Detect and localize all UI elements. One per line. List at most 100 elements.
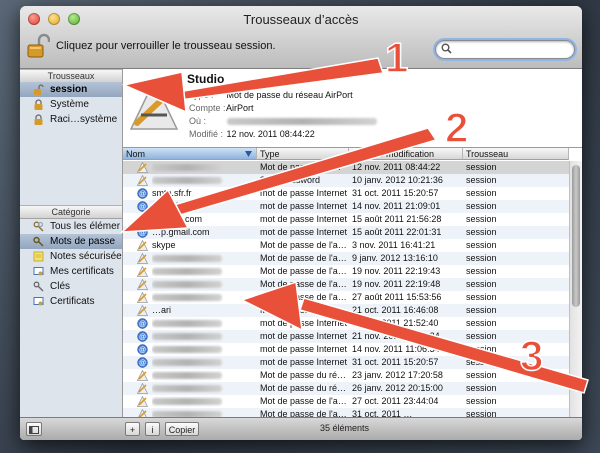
sidebar-item-passwords[interactable]: Mots de passe xyxy=(20,234,122,249)
row-date: 3 nov. 2011 16:41:21 xyxy=(352,240,436,250)
row-name xyxy=(152,161,255,174)
table-row[interactable]: @ smtp.sfr.fr mot de passe Internet 31 oct.… xyxy=(123,187,569,200)
sidebar-item-systeme[interactable]: Système xyxy=(20,97,122,112)
row-date: 31 oct. 2011 15:20:57 xyxy=(352,188,439,198)
column-header-date[interactable]: Date de modification xyxy=(349,148,463,160)
row-type: Mot de passe de l'a… xyxy=(260,396,347,406)
scroll-thumb[interactable] xyxy=(572,165,580,307)
sidebar-item-racines[interactable]: Raci…système xyxy=(20,112,122,127)
table-row[interactable]: @ mot de passe Internet 14 nov. 2011 11:06… xyxy=(123,343,569,356)
row-name xyxy=(152,278,255,291)
row-keychain: session xyxy=(466,409,497,417)
app-icon xyxy=(137,383,148,394)
search-icon xyxy=(441,43,452,54)
table-row[interactable]: Mot de passe de l'a… 9 janv. 2012 13:16:1… xyxy=(123,252,569,265)
sidebar-item-label: Certificats xyxy=(50,296,95,307)
row-date: 23 janv. 2012 17:20:58 xyxy=(352,370,443,380)
app-icon xyxy=(137,292,148,303)
row-keychain: session xyxy=(466,201,497,211)
toggle-sidebar-button[interactable] xyxy=(26,422,42,436)
table-row[interactable]: @ mot de passe Internet 31 oct. 2011 15:20… xyxy=(123,356,569,369)
column-header-type[interactable]: Type xyxy=(257,148,349,160)
row-type: Mot de passe du ré… xyxy=(260,370,347,380)
lock-icon xyxy=(34,99,43,110)
row-name: …gmail.com xyxy=(152,213,255,226)
table-row[interactable]: Mot de passe du r… 12 nov. 2011 08:44:22 s… xyxy=(123,161,569,174)
row-name-text: …p.gmail.com xyxy=(152,227,210,237)
redacted-value xyxy=(152,281,222,289)
item-where-row: Où : xyxy=(189,116,377,126)
sidebar-item-session[interactable]: session xyxy=(20,82,122,97)
search-field[interactable] xyxy=(435,40,575,59)
sidebar-item-certificates[interactable]: Certificats xyxy=(20,294,122,309)
search-input[interactable] xyxy=(456,42,570,57)
table-row[interactable]: @ …p.gmail.com mot de passe Internet 15 aoû… xyxy=(123,226,569,239)
table-row[interactable]: Mot de passe de l'a… 27 août 2011 15:53:5… xyxy=(123,291,569,304)
row-date: 27 oct. 2011 23:44:04 xyxy=(352,396,439,406)
table-row[interactable]: Mot de passe de l'a… 31 oct. 2011 … sessio… xyxy=(123,408,569,417)
app-item-icon xyxy=(129,79,179,130)
globe-icon: @ xyxy=(137,201,148,212)
row-date: 19 nov. 2011 22:19:48 xyxy=(352,279,441,289)
row-keychain: session xyxy=(466,344,497,354)
info-button[interactable]: i xyxy=(145,422,160,436)
row-name xyxy=(152,382,255,395)
item-modified-label: Modifié : xyxy=(189,129,224,139)
redacted-value xyxy=(152,359,222,367)
row-date: 14 nov. 2011 21:09:01 xyxy=(352,201,441,211)
sidebar-item-secure-notes[interactable]: Notes sécurisée xyxy=(20,249,122,264)
column-header-keychain[interactable]: Trousseau xyxy=(463,148,569,160)
lock-keychain-button[interactable] xyxy=(26,33,51,59)
item-modified-value: 12 nov. 2011 08:44:22 xyxy=(226,129,315,139)
row-type: Mot de passe de l'a… xyxy=(260,279,347,289)
row-keychain: session xyxy=(466,214,497,224)
table-row[interactable]: @ mot de passe Internet 21 nov. 2011 11:35… xyxy=(123,330,569,343)
app-icon xyxy=(137,305,148,316)
table-row[interactable]: Mot de passe du ré… 23 janv. 2012 17:20:5… xyxy=(123,369,569,382)
row-date: 14 nov. 2011 11:06:34 xyxy=(352,344,440,354)
app-icon xyxy=(137,279,148,290)
globe-icon: @ xyxy=(137,331,148,342)
open-lock-icon xyxy=(34,84,44,95)
row-keychain: session xyxy=(466,370,497,380)
svg-text:@: @ xyxy=(139,321,146,328)
item-name: Studio xyxy=(187,72,225,86)
table-row[interactable]: Mot de passe de l'a… 19 nov. 2011 22:19:4… xyxy=(123,278,569,291)
app-icon xyxy=(137,162,148,173)
sidebar-item-all-items[interactable]: Tous les élémer xyxy=(20,219,122,234)
table-row[interactable]: Mot de passe de l'a… 27 oct. 2011 23:44:0… xyxy=(123,395,569,408)
category-header: Catégorie xyxy=(20,205,122,219)
table-row[interactable]: Mot de passe du ré… 26 janv. 2012 20:15:0… xyxy=(123,382,569,395)
row-name: …ari xyxy=(152,304,255,317)
item-count: 35 éléments xyxy=(320,423,370,433)
sidebar-item-keys[interactable]: Clés xyxy=(20,279,122,294)
row-name xyxy=(152,356,255,369)
item-account-value: AirPort xyxy=(226,103,254,113)
table-row[interactable]: skype Mot de passe de l'a… 3 nov. 2011 16:… xyxy=(123,239,569,252)
row-date: 10 janv. 2012 10:21:36 xyxy=(352,175,443,185)
svg-text:@: @ xyxy=(139,204,146,211)
row-keychain: session xyxy=(466,188,497,198)
row-date: 26 janv. 2012 20:15:00 xyxy=(352,383,443,393)
bottom-bar: + i Copier 35 éléments xyxy=(20,417,582,440)
table-row[interactable]: @ smtp.live… mot de passe Internet 14 nov. … xyxy=(123,200,569,213)
table-row[interactable]: @ …gmail.com mot de passe Internet 15 août … xyxy=(123,213,569,226)
sort-descending-icon xyxy=(245,151,252,157)
redacted-value xyxy=(152,164,222,172)
table-row[interactable]: …ari Mot de passe de l'a… 21 oct. 2011 16:… xyxy=(123,304,569,317)
table-row[interactable]: 80… password 10 janv. 2012 10:21:36 sessio… xyxy=(123,174,569,187)
sidebar-item-label: Notes sécurisée xyxy=(50,251,122,262)
app-icon xyxy=(137,266,148,277)
sidebar-item-my-certificates[interactable]: Mes certificats xyxy=(20,264,122,279)
sidebar-item-label: Système xyxy=(50,99,89,110)
table-row[interactable]: @ mot de passe Internet 31 oct. 2011 21:52… xyxy=(123,317,569,330)
redacted-value xyxy=(152,333,222,341)
row-name-text: smtp.live… xyxy=(152,201,197,211)
table-row[interactable]: Mot de passe de l'a… 19 nov. 2011 22:19:4… xyxy=(123,265,569,278)
column-header-name[interactable]: Nom xyxy=(123,148,257,160)
add-item-button[interactable]: + xyxy=(125,422,140,436)
row-name xyxy=(152,369,255,382)
row-keychain: session xyxy=(466,279,497,289)
vertical-scrollbar[interactable] xyxy=(569,161,582,417)
copy-button[interactable]: Copier xyxy=(165,422,199,436)
